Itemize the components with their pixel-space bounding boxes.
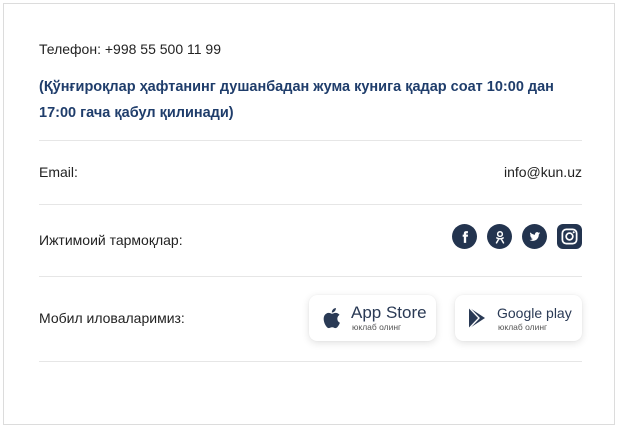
phone-text: Телефон: +998 55 500 11 99 xyxy=(39,41,221,57)
divider xyxy=(39,361,582,362)
google-play-name: Google play xyxy=(497,305,572,321)
app-store-name: App Store xyxy=(351,303,427,322)
odnoklassniki-icon[interactable] xyxy=(487,224,512,249)
google-play-subtitle: юклаб олинг xyxy=(498,322,548,332)
twitter-icon[interactable] xyxy=(522,224,547,249)
apps-label: Мобил иловаларимиз: xyxy=(39,310,185,326)
contact-card: Телефон: +998 55 500 11 99 (Қўнғироқлар … xyxy=(3,3,615,425)
divider xyxy=(39,140,582,141)
divider xyxy=(39,204,582,205)
app-store-subtitle: юклаб олинг xyxy=(352,322,402,332)
google-play-icon xyxy=(465,305,489,331)
google-play-button[interactable]: Google play юклаб олинг xyxy=(455,295,582,341)
instagram-icon[interactable] xyxy=(557,224,582,249)
email-link[interactable]: info@kun.uz xyxy=(504,164,582,180)
social-links xyxy=(452,224,582,249)
call-hours-note: (Қўнғироқлар ҳафтанинг душанбадан жума к… xyxy=(39,79,554,121)
social-label: Ижтимоий тармоқлар: xyxy=(39,232,183,248)
apple-icon xyxy=(319,305,343,331)
divider xyxy=(39,276,582,277)
facebook-icon[interactable] xyxy=(452,224,477,249)
email-label: Email: xyxy=(39,164,78,180)
app-store-button[interactable]: App Store юклаб олинг xyxy=(309,295,436,341)
